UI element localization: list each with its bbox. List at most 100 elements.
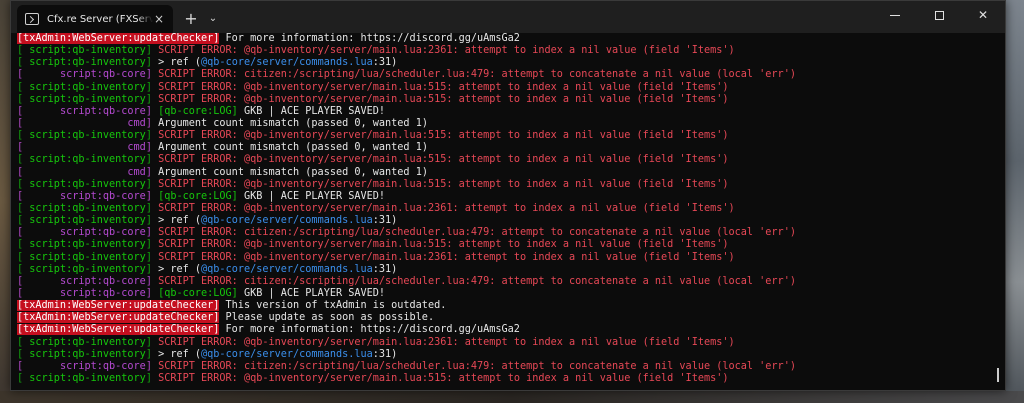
console-line: [ script:qb-inventory] > ref (@qb-core/s… xyxy=(17,215,1005,227)
source-tag: script:qb-core xyxy=(23,287,146,299)
ref-suffix: :31) xyxy=(372,263,398,275)
console-line: [ script:qb-inventory] SCRIPT ERROR: @qb… xyxy=(17,203,1005,215)
source-tag: cmd xyxy=(23,166,146,178)
source-tag: script:qb-inventory xyxy=(23,93,146,105)
source-tag: script:qb-inventory xyxy=(23,215,146,227)
console-line: [ script:qb-inventory] SCRIPT ERROR: @qb… xyxy=(17,45,1005,57)
ref-path: @qb-core/server/commands.lua xyxy=(201,348,373,360)
console-line: [ script:qb-core] [qb-core:LOG] GKB | AC… xyxy=(17,191,1005,203)
source-tag: script:qb-inventory xyxy=(23,81,146,93)
txadmin-tag: [txAdmin:WebServer:updateChecker] xyxy=(17,312,220,324)
console-output[interactable]: [txAdmin:WebServer:updateChecker] For mo… xyxy=(11,33,1005,390)
source-tag: script:qb-inventory xyxy=(23,57,146,69)
log-message: GKB | ACE PLAYER SAVED! xyxy=(237,105,386,117)
source-tag: script:qb-inventory xyxy=(23,45,146,57)
console-line: [ cmd] Argument count mismatch (passed 0… xyxy=(17,142,1005,154)
console-line: [ script:qb-core] SCRIPT ERROR: citizen:… xyxy=(17,276,1005,288)
desktop-background-right xyxy=(1004,0,1024,403)
ref-prefix: > ref ( xyxy=(151,263,202,275)
console-line: [ script:qb-inventory] SCRIPT ERROR: @qb… xyxy=(17,154,1005,166)
console-line: [ script:qb-core] [qb-core:LOG] GKB | AC… xyxy=(17,106,1005,118)
minimize-button[interactable] xyxy=(873,1,917,29)
console-line: [txAdmin:WebServer:updateChecker] For mo… xyxy=(17,33,1005,45)
error-message: SCRIPT ERROR: @qb-inventory/server/main.… xyxy=(151,130,729,142)
console-line: [ script:qb-inventory] > ref (@qb-core/s… xyxy=(17,57,1005,69)
log-message: GKB | ACE PLAYER SAVED! xyxy=(237,190,386,202)
ref-prefix: > ref ( xyxy=(151,57,202,69)
error-message: SCRIPT ERROR: @qb-inventory/server/main.… xyxy=(151,178,729,190)
source-tag: script:qb-inventory xyxy=(23,251,146,263)
console-line: [ script:qb-core] SCRIPT ERROR: citizen:… xyxy=(17,361,1005,373)
tab-title: Cfx.re Server (FXServer/unknown) xyxy=(47,13,153,25)
source-tag: script:qb-inventory xyxy=(23,348,146,360)
console-line: [txAdmin:WebServer:updateChecker] Please… xyxy=(17,312,1005,324)
source-tag: script:qb-core xyxy=(23,275,146,287)
console-line: [ script:qb-core] SCRIPT ERROR: citizen:… xyxy=(17,227,1005,239)
new-tab-button[interactable]: + xyxy=(183,11,199,27)
console-line: [ script:qb-inventory] SCRIPT ERROR: @qb… xyxy=(17,130,1005,142)
log-message: This version of txAdmin is outdated. xyxy=(219,300,447,312)
terminal-window: Cfx.re Server (FXServer/unknown) × + ⌄ ✕… xyxy=(10,0,1006,391)
source-tag: script:qb-core xyxy=(23,190,146,202)
log-message: Please update as soon as possible. xyxy=(219,312,435,324)
maximize-icon xyxy=(934,10,944,20)
console-line: [ cmd] Argument count mismatch (passed 0… xyxy=(17,118,1005,130)
console-line: [ script:qb-inventory] SCRIPT ERROR: @qb… xyxy=(17,373,1005,385)
txadmin-tag: [txAdmin:WebServer:updateChecker] xyxy=(17,324,220,336)
tab-close-icon[interactable]: × xyxy=(153,13,165,25)
log-message: Argument count mismatch (passed 0, wante… xyxy=(151,117,428,129)
log-message: GKB | ACE PLAYER SAVED! xyxy=(237,287,386,299)
source-tag: script:qb-inventory xyxy=(23,372,146,384)
close-button[interactable]: ✕ xyxy=(961,1,1005,29)
source-tag: script:qb-inventory xyxy=(23,154,146,166)
console-line: [ script:qb-inventory] SCRIPT ERROR: @qb… xyxy=(17,337,1005,349)
window-controls: ✕ xyxy=(873,1,1005,29)
maximize-button[interactable] xyxy=(917,1,961,29)
ref-suffix: :31) xyxy=(372,215,398,227)
txadmin-tag: [txAdmin:WebServer:updateChecker] xyxy=(17,33,220,44)
ref-suffix: :31) xyxy=(372,57,398,69)
error-message: SCRIPT ERROR: citizen:/scripting/lua/sch… xyxy=(151,227,796,239)
ref-path: @qb-core/server/commands.lua xyxy=(201,215,373,227)
console-line: [ script:qb-inventory] SCRIPT ERROR: @qb… xyxy=(17,94,1005,106)
source-tag: script:qb-inventory xyxy=(23,130,146,142)
log-message: For more information: https://discord.gg… xyxy=(219,324,520,336)
console-line: [txAdmin:WebServer:updateChecker] For mo… xyxy=(17,324,1005,336)
source-tag: script:qb-inventory xyxy=(23,336,146,348)
source-tag: script:qb-inventory xyxy=(23,178,146,190)
source-tag: script:qb-core xyxy=(23,105,146,117)
desktop-background-bottom xyxy=(0,391,1024,403)
error-message: SCRIPT ERROR: citizen:/scripting/lua/sch… xyxy=(151,275,796,287)
tab-cfx-server[interactable]: Cfx.re Server (FXServer/unknown) × xyxy=(17,5,173,33)
error-message: SCRIPT ERROR: @qb-inventory/server/main.… xyxy=(151,239,729,251)
console-line: [ script:qb-inventory] > ref (@qb-core/s… xyxy=(17,264,1005,276)
error-message: SCRIPT ERROR: @qb-inventory/server/main.… xyxy=(151,372,729,384)
log-message: Argument count mismatch (passed 0, wante… xyxy=(151,142,428,154)
console-line: [ script:qb-inventory] SCRIPT ERROR: @qb… xyxy=(17,179,1005,191)
ref-path: @qb-core/server/commands.lua xyxy=(201,57,373,69)
console-line: [ script:qb-core] [qb-core:LOG] GKB | AC… xyxy=(17,288,1005,300)
source-tag: script:qb-core xyxy=(23,69,146,81)
log-tag: [qb-core:LOG] xyxy=(151,287,238,299)
error-message: SCRIPT ERROR: @qb-inventory/server/main.… xyxy=(151,45,735,57)
console-line: [txAdmin:WebServer:updateChecker] This v… xyxy=(17,300,1005,312)
console-line: [ script:qb-inventory] SCRIPT ERROR: @qb… xyxy=(17,82,1005,94)
console-line: [ script:qb-inventory] > ref (@qb-core/s… xyxy=(17,349,1005,361)
source-tag: script:qb-inventory xyxy=(23,263,146,275)
log-message: Argument count mismatch (passed 0, wante… xyxy=(151,166,428,178)
terminal-icon xyxy=(25,13,39,25)
error-message: SCRIPT ERROR: citizen:/scripting/lua/sch… xyxy=(151,69,796,81)
log-message: For more information: https://discord.gg… xyxy=(219,33,520,44)
log-tag: [qb-core:LOG] xyxy=(151,190,238,202)
console-line: [ cmd] Argument count mismatch (passed 0… xyxy=(17,167,1005,179)
error-message: SCRIPT ERROR: @qb-inventory/server/main.… xyxy=(151,336,735,348)
console-line: [ script:qb-core] SCRIPT ERROR: citizen:… xyxy=(17,69,1005,81)
source-tag: script:qb-core xyxy=(23,360,146,372)
error-message: SCRIPT ERROR: citizen:/scripting/lua/sch… xyxy=(151,360,796,372)
source-tag: script:qb-inventory xyxy=(23,202,146,214)
log-tag: [qb-core:LOG] xyxy=(151,105,238,117)
source-tag: cmd xyxy=(23,142,146,154)
tab-dropdown-button[interactable]: ⌄ xyxy=(205,11,221,27)
source-tag: script:qb-core xyxy=(23,227,146,239)
text-cursor xyxy=(997,368,999,382)
